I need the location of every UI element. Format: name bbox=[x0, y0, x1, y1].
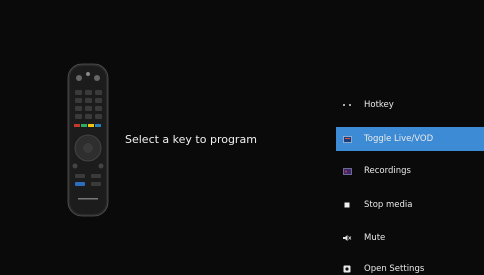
mute-icon bbox=[336, 226, 358, 250]
settings-icon bbox=[336, 257, 358, 275]
menu-item-recordings[interactable]: Recordings bbox=[336, 159, 484, 183]
menu-item-stop-media[interactable]: Stop media bbox=[336, 193, 484, 217]
stop-icon bbox=[336, 193, 358, 217]
menu-item-label: Toggle Live/VOD bbox=[364, 134, 434, 144]
menu-item-label: Recordings bbox=[364, 166, 411, 176]
menu-item-label: Hotkey bbox=[364, 100, 394, 110]
menu-item-open-settings[interactable]: Open Settings bbox=[336, 257, 484, 275]
dots-icon bbox=[336, 93, 358, 117]
menu-item-hotkey[interactable]: Hotkey bbox=[336, 93, 484, 117]
hotkey-menu: Hotkey Toggle Live/VOD Recordings Stop m… bbox=[336, 90, 484, 275]
menu-item-toggle-live-vod[interactable]: Toggle Live/VOD bbox=[336, 127, 484, 151]
remote-control-image bbox=[64, 62, 112, 220]
program-key-prompt: Select a key to program bbox=[125, 133, 257, 146]
menu-item-label: Stop media bbox=[364, 200, 413, 210]
menu-item-mute[interactable]: Mute bbox=[336, 226, 484, 250]
menu-item-label: Mute bbox=[364, 233, 386, 243]
recordings-icon bbox=[336, 159, 358, 183]
live-vod-icon bbox=[336, 127, 358, 151]
menu-item-label: Open Settings bbox=[364, 264, 425, 274]
key-programming-screen: Select a key to program Hotkey Toggle Li… bbox=[0, 0, 484, 275]
